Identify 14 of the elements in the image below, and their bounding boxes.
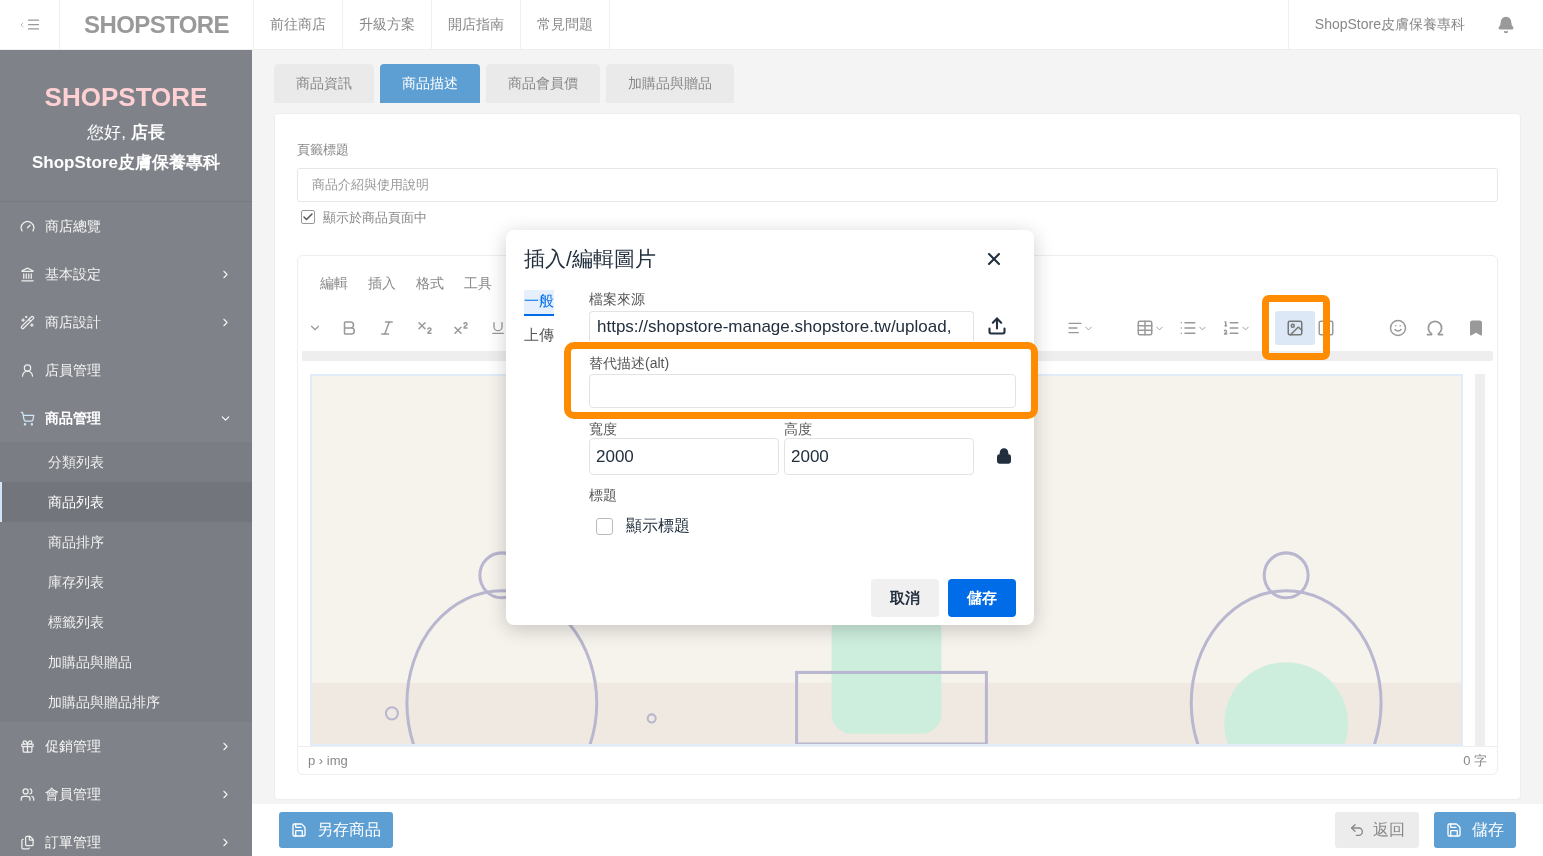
field-label: 高度 bbox=[784, 420, 812, 438]
word-count: 0 字 bbox=[1463, 751, 1487, 770]
checkbox-label: 顯示標題 bbox=[626, 516, 690, 536]
checkbox-label: 顯示於商品頁面中 bbox=[323, 208, 427, 227]
field-label: 寬度 bbox=[589, 420, 617, 438]
element-path: p › img bbox=[308, 751, 348, 770]
greeting: 您好, 店長 bbox=[87, 122, 165, 144]
field-label: 頁籤標題 bbox=[297, 141, 350, 159]
field-label: 標題 bbox=[589, 486, 617, 504]
logo: SHOPSTORE bbox=[44, 82, 208, 112]
dialog-title: 插入/編輯圖片 bbox=[524, 246, 656, 273]
store-name: ShopStore皮膚保養專科 bbox=[32, 151, 220, 174]
field-label: 替代描述(alt) bbox=[589, 354, 670, 372]
field-label: 檔案來源 bbox=[589, 290, 646, 308]
